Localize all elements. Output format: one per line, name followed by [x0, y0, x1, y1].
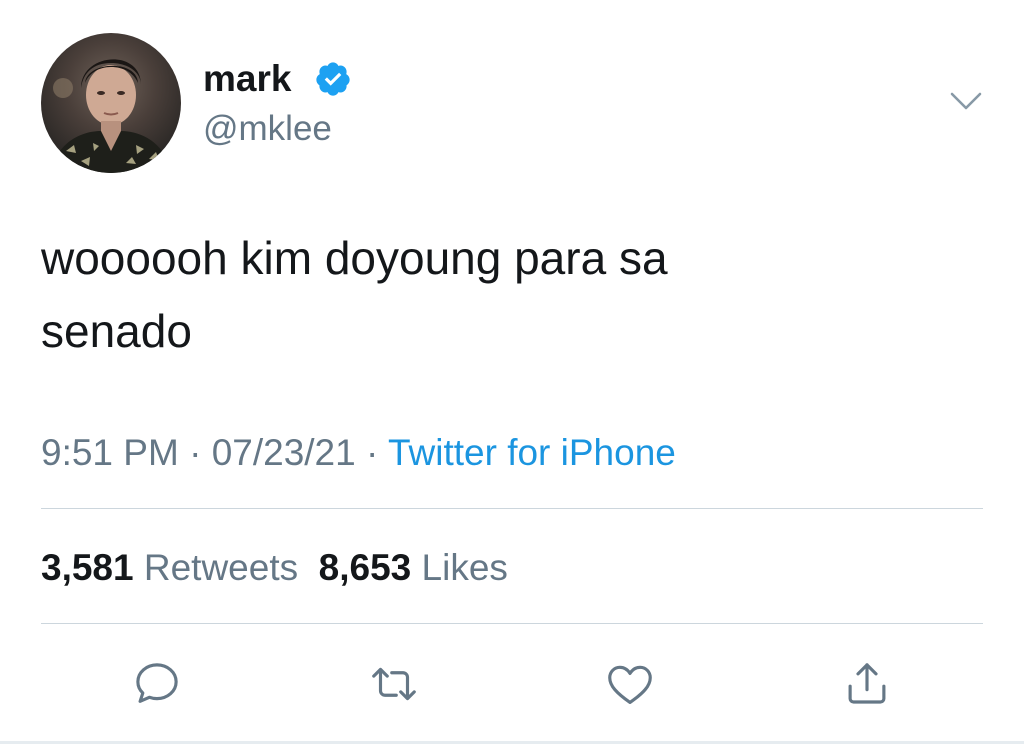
retweets-label: Retweets [143, 547, 299, 588]
share-icon [848, 663, 886, 704]
avatar-photo [51, 59, 171, 173]
tweet-source-link[interactable]: Twitter for iPhone [388, 432, 676, 473]
likes-count: 8,653 [318, 547, 412, 588]
like-button[interactable] [603, 657, 657, 711]
tweet-text-line: woooooh kim doyoung para sa [41, 232, 668, 284]
likes-label: Likes [421, 547, 508, 588]
tweet-stats: 3,581 Retweets 8,653 Likes [41, 545, 508, 591]
tweet-time[interactable]: 9:51 PM [41, 432, 179, 473]
like-icon [608, 665, 652, 705]
retweets-count: 3,581 [41, 547, 134, 588]
meta-separator: · [189, 432, 202, 473]
tweet-meta: 9:51 PM · 07/23/21 · Twitter for iPhone [41, 430, 676, 476]
reply-button[interactable] [130, 657, 184, 711]
divider [41, 623, 983, 624]
avatar[interactable] [41, 33, 181, 173]
display-name[interactable]: mark [203, 58, 291, 100]
retweet-icon [372, 667, 416, 701]
divider [41, 508, 983, 509]
tweet-text-line: senado [41, 305, 192, 357]
verified-badge-icon [316, 62, 350, 96]
tweet-text: woooooh kim doyoung para sa senado [41, 222, 871, 368]
reply-icon [136, 663, 178, 703]
share-button[interactable] [840, 657, 894, 711]
user-handle[interactable]: @mklee [203, 108, 332, 150]
retweet-button[interactable] [367, 657, 421, 711]
tweet-date[interactable]: 07/23/21 [212, 432, 356, 473]
retweets-stat[interactable]: 3,581 Retweets [41, 547, 298, 588]
likes-stat[interactable]: 8,653 Likes [319, 547, 508, 588]
meta-separator: · [366, 432, 379, 473]
chevron-down-icon[interactable] [946, 88, 986, 114]
